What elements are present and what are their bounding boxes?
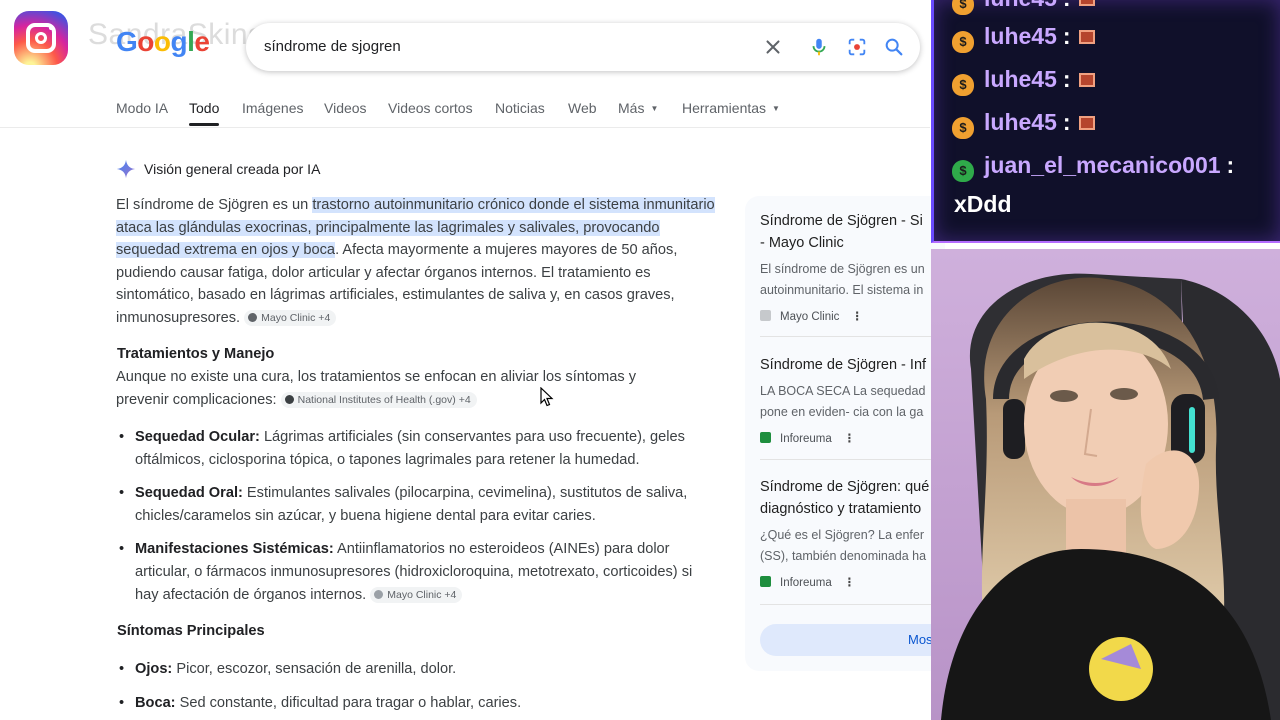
show-more-button[interactable]: Mos xyxy=(760,624,945,656)
chevron-down-icon: ▼ xyxy=(650,104,659,113)
logo-letter: e xyxy=(194,26,210,57)
emote-icon xyxy=(1078,116,1095,130)
microphone-icon[interactable] xyxy=(808,36,830,58)
clear-icon[interactable] xyxy=(762,36,784,58)
section-title-symptoms: Síntomas Principales xyxy=(117,623,265,639)
section-title-treatment: Tratamientos y Manejo xyxy=(117,346,275,362)
list-item: Sequedad Oral: Estimulantes salivales (p… xyxy=(116,482,716,527)
tab-noticias[interactable]: Noticias xyxy=(495,100,545,116)
subscriber-badge-icon: $ xyxy=(952,31,974,53)
tab-imagenes[interactable]: Imágenes xyxy=(242,100,303,116)
logo-letter: G xyxy=(116,26,138,57)
tools-button[interactable]: Herramientas ▼ xyxy=(682,100,780,116)
stream-chat-overlay: $luhe45: $luhe45: $luhe45: $luhe45: $jua… xyxy=(931,0,1280,243)
chevron-down-icon: ▼ xyxy=(772,104,780,113)
lens-icon[interactable] xyxy=(846,36,868,58)
tab-modo-ia[interactable]: Modo IA xyxy=(116,100,168,116)
sources-panel: Síndrome de Sjögren - Si - Mayo Clinic E… xyxy=(745,196,945,671)
tab-web[interactable]: Web xyxy=(568,100,597,116)
subscriber-badge-icon: $ xyxy=(952,117,974,139)
treatment-intro: Aunque no existe una cura, los tratamien… xyxy=(116,369,636,408)
chat-message: $luhe45: xyxy=(952,0,1095,15)
search-tabs: Modo IA Todo Imágenes Videos Videos cort… xyxy=(0,96,930,128)
subscriber-badge-icon: $ xyxy=(952,160,974,182)
divider xyxy=(760,604,945,605)
logo-letter: o xyxy=(153,26,171,57)
mouse-cursor-icon xyxy=(540,387,554,407)
subscriber-badge-icon: $ xyxy=(952,0,974,15)
source-favicon-icon xyxy=(284,394,294,404)
source-card[interactable]: Síndrome de Sjögren - Inf LA BOCA SECA L… xyxy=(760,354,945,445)
google-logo[interactable]: Google xyxy=(116,26,210,58)
divider xyxy=(760,459,945,460)
emote-icon xyxy=(1078,0,1095,6)
treatment-list: Sequedad Ocular: Lágrimas artificiales (… xyxy=(116,426,716,606)
source-card[interactable]: Síndrome de Sjögren - Si - Mayo Clinic E… xyxy=(760,210,945,323)
tab-videos[interactable]: Videos xyxy=(324,100,367,116)
list-item: Sequedad Ocular: Lágrimas artificiales (… xyxy=(116,426,716,471)
chat-message: $luhe45: xyxy=(952,23,1095,53)
inforeuma-logo-icon xyxy=(760,576,771,587)
streamer-webcam-image xyxy=(931,249,1280,720)
logo-letter: g xyxy=(170,26,188,57)
more-options-icon[interactable]: ⋮ xyxy=(844,433,856,445)
more-options-icon[interactable]: ⋮ xyxy=(844,577,856,589)
source-chip[interactable]: Mayo Clinic +4 xyxy=(244,309,337,326)
list-item: Ojos: Picor, escozor, sensación de areni… xyxy=(116,658,716,681)
source-favicon-icon xyxy=(374,589,384,599)
instagram-logo-icon xyxy=(14,11,68,65)
emote-icon xyxy=(1078,30,1095,44)
webcam-feed xyxy=(931,249,1280,720)
search-box[interactable]: síndrome de sjogren xyxy=(246,23,920,71)
ai-sparkle-icon xyxy=(116,159,136,179)
chat-message: $luhe45: xyxy=(952,109,1095,139)
list-item: Boca: Sed constante, dificultad para tra… xyxy=(116,692,716,715)
emote-icon xyxy=(1078,73,1095,87)
symptoms-list: Ojos: Picor, escozor, sensación de areni… xyxy=(116,658,716,714)
search-icon[interactable] xyxy=(883,36,905,58)
chat-message: $ juan_el_mecanico001: xyxy=(952,152,1234,182)
search-input[interactable]: síndrome de sjogren xyxy=(264,38,401,55)
logo-letter: l xyxy=(187,26,195,57)
logo-letter: o xyxy=(137,26,154,57)
divider xyxy=(760,336,945,337)
inforeuma-logo-icon xyxy=(760,432,771,443)
source-card[interactable]: Síndrome de Sjögren: qué diagnóstico y t… xyxy=(760,476,945,589)
chat-message-text: xDdd xyxy=(954,191,1012,217)
more-options-icon[interactable]: ⋮ xyxy=(851,311,863,323)
chat-message: $luhe45: xyxy=(952,66,1095,96)
ai-overview-intro: El síndrome de Sjögren es un trastorno a… xyxy=(116,197,715,326)
tab-mas[interactable]: Más ▼ xyxy=(618,100,658,116)
tab-todo[interactable]: Todo xyxy=(189,100,220,126)
source-chip[interactable]: National Institutes of Health (.gov) +4 xyxy=(280,391,477,408)
source-chip[interactable]: Mayo Clinic +4 xyxy=(370,586,463,603)
subscriber-badge-icon: $ xyxy=(952,74,974,96)
source-favicon-icon xyxy=(760,310,771,321)
list-item: Manifestaciones Sistémicas: Antiinflamat… xyxy=(116,538,716,606)
tab-videos-cortos[interactable]: Videos cortos xyxy=(388,100,473,116)
source-favicon-icon xyxy=(248,312,258,322)
screen: SandraSkins Google síndrome de sjogren M… xyxy=(0,0,1280,720)
